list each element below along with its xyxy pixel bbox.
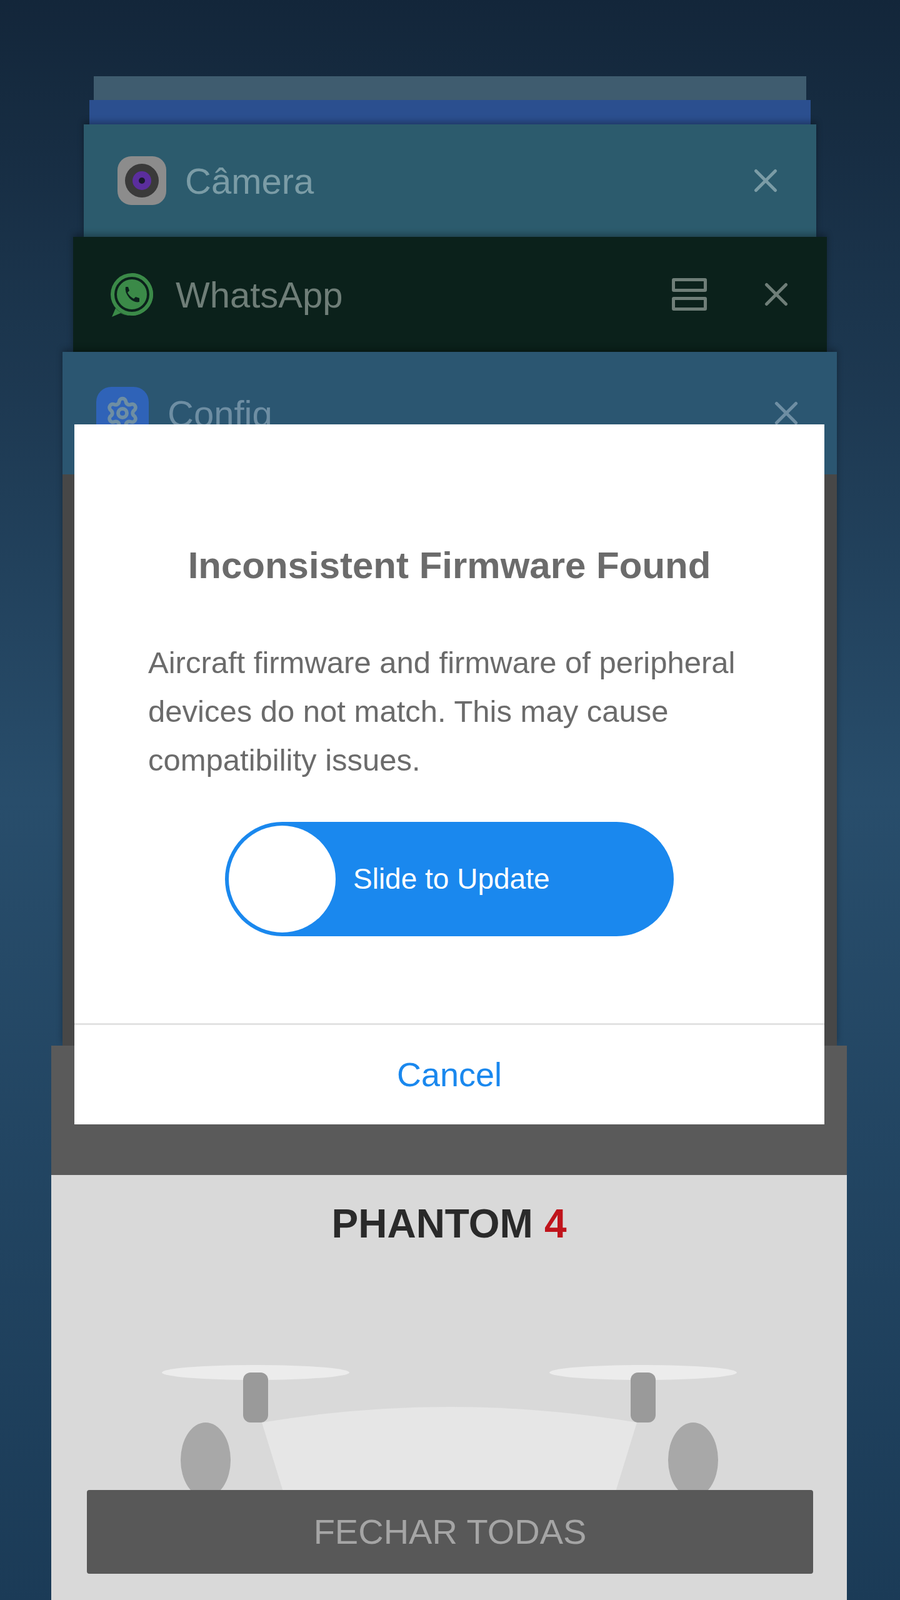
- whatsapp-icon: [106, 269, 157, 320]
- card-title: WhatsApp: [175, 267, 672, 322]
- camera-icon: [117, 156, 167, 205]
- card-edge: [93, 76, 807, 100]
- recent-app-card[interactable]: Câmera: [83, 124, 817, 237]
- card-title: Câmera: [185, 153, 747, 209]
- firmware-dialog: Inconsistent Firmware Found Aircraft firm…: [74, 424, 825, 1125]
- dialog-message: Aircraft firmware and firmware of periph…: [148, 638, 751, 785]
- drone-icon: [136, 1316, 762, 1504]
- recent-apps-screen: CâmeraWhatsAppConfigPHANTOM4Inconsistent…: [0, 0, 900, 1600]
- slider-knob[interactable]: [228, 825, 336, 933]
- card-header: Câmera: [83, 124, 817, 237]
- card-edge: [89, 100, 811, 125]
- phantom-logo: PHANTOM4: [331, 1193, 567, 1254]
- slide-to-update[interactable]: Slide to Update: [225, 821, 674, 937]
- cancel-button[interactable]: Cancel: [74, 1025, 825, 1125]
- close-icon[interactable]: [756, 275, 796, 314]
- card-header: WhatsApp: [73, 236, 827, 352]
- slider-label: Slide to Update: [353, 857, 550, 901]
- split-screen-icon[interactable]: [671, 278, 707, 311]
- close-icon[interactable]: [746, 161, 785, 200]
- dialog-title: Inconsistent Firmware Found: [188, 543, 712, 589]
- close-all-button[interactable]: FECHAR TODAS: [86, 1490, 814, 1574]
- recent-app-card[interactable]: WhatsApp: [73, 236, 827, 352]
